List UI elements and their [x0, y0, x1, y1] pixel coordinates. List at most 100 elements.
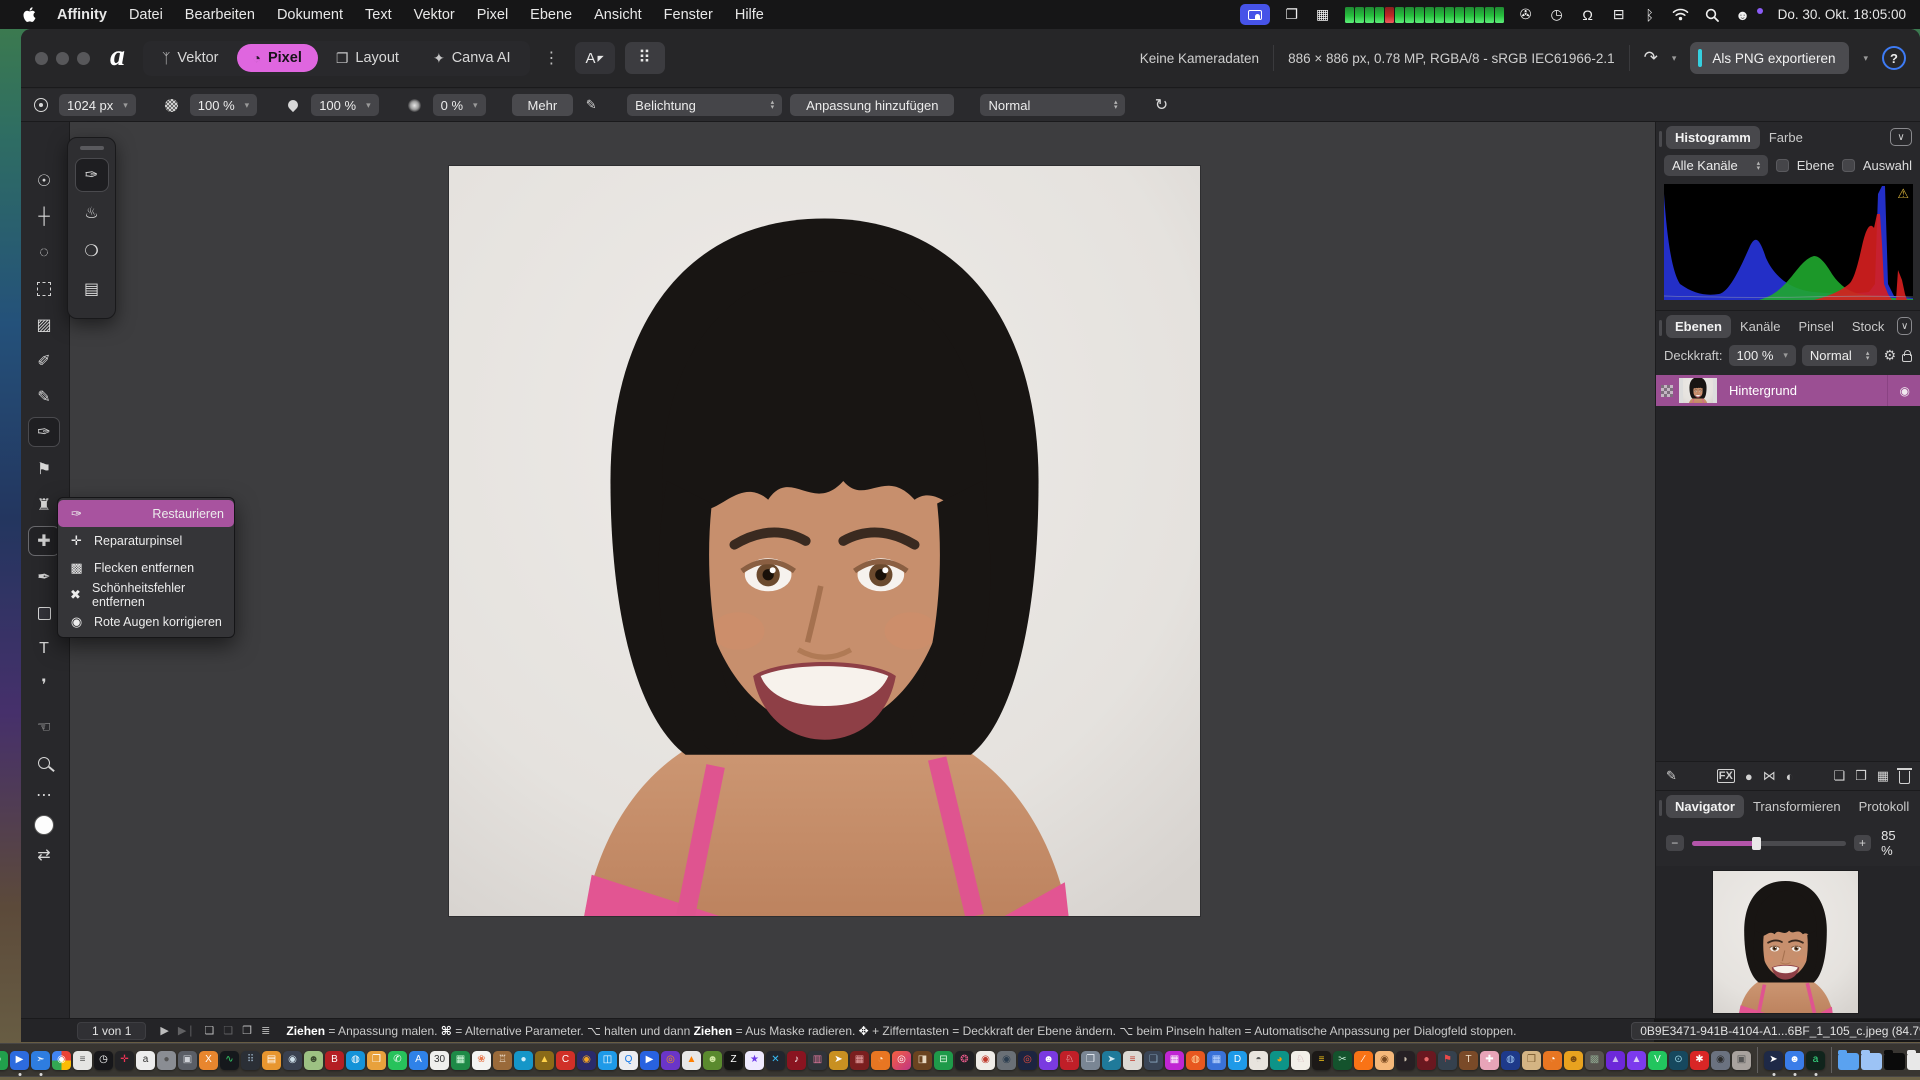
- book-app[interactable]: ▤: [262, 1051, 281, 1070]
- new-pixel-layer-icon[interactable]: ▦: [1877, 768, 1889, 784]
- apple-menu-icon[interactable]: [14, 7, 44, 23]
- color-picker-tool[interactable]: ❜: [28, 670, 60, 700]
- white-hat-app[interactable]: ◓: [1249, 1051, 1268, 1070]
- notes-app[interactable]: ≡: [73, 1051, 92, 1070]
- hand-tool[interactable]: ☜: [28, 712, 60, 742]
- more-button[interactable]: Mehr: [512, 94, 574, 116]
- panel-drag-handle[interactable]: [1659, 800, 1662, 816]
- camera-utility-app[interactable]: ◉: [283, 1051, 302, 1070]
- orange-hatch-app[interactable]: ◍: [1186, 1051, 1205, 1070]
- door-app[interactable]: ◨: [913, 1051, 932, 1070]
- layer-settings-gear-icon[interactable]: ⚙: [1883, 347, 1896, 364]
- documents-folder[interactable]: [1861, 1053, 1882, 1070]
- menu-item-affinity[interactable]: Affinity: [46, 5, 118, 25]
- adjustment-icon[interactable]: ◐: [1786, 769, 1794, 784]
- document-filename[interactable]: 0B9E3471-941B-4104-A1...6BF_1_105_c.jpeg…: [1631, 1022, 1920, 1040]
- green-ball-app[interactable]: ○: [0, 1051, 8, 1070]
- affinity-photo-app[interactable]: a: [1806, 1051, 1825, 1070]
- menu-item-dokument[interactable]: Dokument: [266, 5, 354, 25]
- reset-icon[interactable]: ↻: [1151, 95, 1171, 115]
- channel-select[interactable]: Alle Kanäle▴▾: [1664, 155, 1768, 176]
- delete-layer-icon[interactable]: [1899, 771, 1910, 784]
- paint-brush-tool[interactable]: ✐: [28, 346, 60, 376]
- gradient-pill-app[interactable]: ◎: [892, 1051, 911, 1070]
- brush-hardness-dropdown[interactable]: 0 %▾: [433, 94, 486, 116]
- layer-thumbnail[interactable]: [1679, 378, 1717, 403]
- persona-vektor[interactable]: ᛉVektor: [146, 44, 235, 72]
- stage-manager-icon[interactable]: ❐: [1283, 5, 1301, 25]
- headphones-icon[interactable]: Ω: [1579, 5, 1597, 25]
- unicorn-app[interactable]: ♘: [1291, 1051, 1310, 1070]
- menu-item-pixel[interactable]: Pixel: [466, 5, 519, 25]
- tab-protokoll[interactable]: Protokoll: [1850, 795, 1919, 818]
- firefox-app[interactable]: ◔: [871, 1051, 890, 1070]
- navigator-thumbnail[interactable]: [1713, 871, 1858, 1013]
- export-png-button[interactable]: Als PNG exportieren: [1690, 42, 1849, 74]
- window-controls[interactable]: [35, 52, 90, 65]
- new-image-layer-icon[interactable]: ❏: [1833, 768, 1845, 784]
- orange-folder-app[interactable]: ❒: [367, 1051, 386, 1070]
- zoom-window-button[interactable]: [77, 52, 90, 65]
- healing-brush-tool[interactable]: ✚: [28, 526, 60, 556]
- eye-camera-app[interactable]: ◉: [997, 1051, 1016, 1070]
- fx-icon[interactable]: FX: [1717, 769, 1735, 783]
- new-group-icon[interactable]: ❒: [1855, 768, 1867, 784]
- zoom-slider-handle[interactable]: [1752, 837, 1761, 850]
- menu-item-hilfe[interactable]: Hilfe: [724, 5, 775, 25]
- maroon-ball-app[interactable]: ●: [1417, 1051, 1436, 1070]
- floating-tool-palette[interactable]: ✑♨❍▤: [67, 137, 116, 319]
- star-notes-app[interactable]: ★: [745, 1051, 764, 1070]
- live-filter-icon[interactable]: ⋈: [1763, 768, 1776, 784]
- menu-item-datei[interactable]: Datei: [118, 5, 174, 25]
- screen-mirroring-icon[interactable]: [1240, 4, 1270, 25]
- app-store-app[interactable]: A: [409, 1051, 428, 1070]
- papers-stack[interactable]: [1907, 1053, 1920, 1070]
- brush-opacity-dropdown[interactable]: 100 %▾: [190, 94, 257, 116]
- clock-widget-icon[interactable]: ◷: [1548, 5, 1566, 25]
- marquee-select-tool[interactable]: [28, 274, 60, 304]
- music-app[interactable]: ♪: [787, 1051, 806, 1070]
- gradient-tool[interactable]: ▨: [28, 310, 60, 340]
- menu-item-fenster[interactable]: Fenster: [653, 5, 724, 25]
- white-camera-app[interactable]: ◉: [976, 1051, 995, 1070]
- menu-item-text[interactable]: Text: [354, 5, 403, 25]
- purple-creature-app[interactable]: ☻: [1039, 1051, 1058, 1070]
- brush-width-dropdown[interactable]: 1024 px▾: [59, 94, 136, 116]
- orange-slash-app[interactable]: ∕: [1354, 1051, 1373, 1070]
- snapping-chevron-icon[interactable]: ▾: [1672, 53, 1677, 64]
- shark-app[interactable]: ➤: [1102, 1051, 1121, 1070]
- vlc-app[interactable]: ▲: [682, 1051, 701, 1070]
- keynote-app[interactable]: ◫: [598, 1051, 617, 1070]
- podium-app[interactable]: ♖: [493, 1051, 512, 1070]
- photos-app[interactable]: ❀: [472, 1051, 491, 1070]
- document-image[interactable]: [449, 166, 1200, 916]
- flyout-item-reparaturpinsel[interactable]: ✛Reparaturpinsel: [58, 527, 234, 554]
- clone-stamp-tool[interactable]: ♜: [28, 490, 60, 520]
- blue-play-app[interactable]: ▶: [640, 1051, 659, 1070]
- red-horse-app[interactable]: ♘: [1060, 1051, 1079, 1070]
- mask-icon[interactable]: ●: [1745, 769, 1753, 784]
- canvas-area[interactable]: [70, 122, 1655, 1018]
- calculator-icon[interactable]: ▦: [1314, 5, 1332, 25]
- layer-row-hintergrund[interactable]: Hintergrund ◉: [1656, 375, 1920, 406]
- minimize-window-button[interactable]: [56, 52, 69, 65]
- adjustment-type-select[interactable]: Belichtung▴▾: [627, 94, 782, 116]
- clipping-warning-icon[interactable]: ⚠: [1897, 186, 1909, 202]
- zoom-out-button[interactable]: −: [1666, 835, 1684, 851]
- chrome-app[interactable]: ◉: [52, 1051, 71, 1070]
- coin-app[interactable]: ◉: [577, 1051, 596, 1070]
- crop-tool[interactable]: ┼: [28, 202, 60, 232]
- page-icon[interactable]: ❏: [205, 1024, 215, 1037]
- export-chevron-icon[interactable]: ▾: [1863, 53, 1868, 64]
- facetime-app[interactable]: ▶: [10, 1051, 29, 1070]
- purple-mountain-2-app[interactable]: ▲: [1627, 1051, 1646, 1070]
- tab-kanäle[interactable]: Kanäle: [1731, 315, 1789, 338]
- medical-app[interactable]: ✚: [1480, 1051, 1499, 1070]
- yellow-stripes-app[interactable]: ≡: [1312, 1051, 1331, 1070]
- gray-sphere-app[interactable]: ●: [157, 1051, 176, 1070]
- tab-ebenen[interactable]: Ebenen: [1666, 315, 1731, 338]
- sponge-brush-tool[interactable]: ▤: [75, 272, 109, 306]
- bluetooth-icon[interactable]: ᛒ: [1641, 5, 1659, 25]
- black-z-app[interactable]: Z: [724, 1051, 743, 1070]
- target-app[interactable]: ✛: [115, 1051, 134, 1070]
